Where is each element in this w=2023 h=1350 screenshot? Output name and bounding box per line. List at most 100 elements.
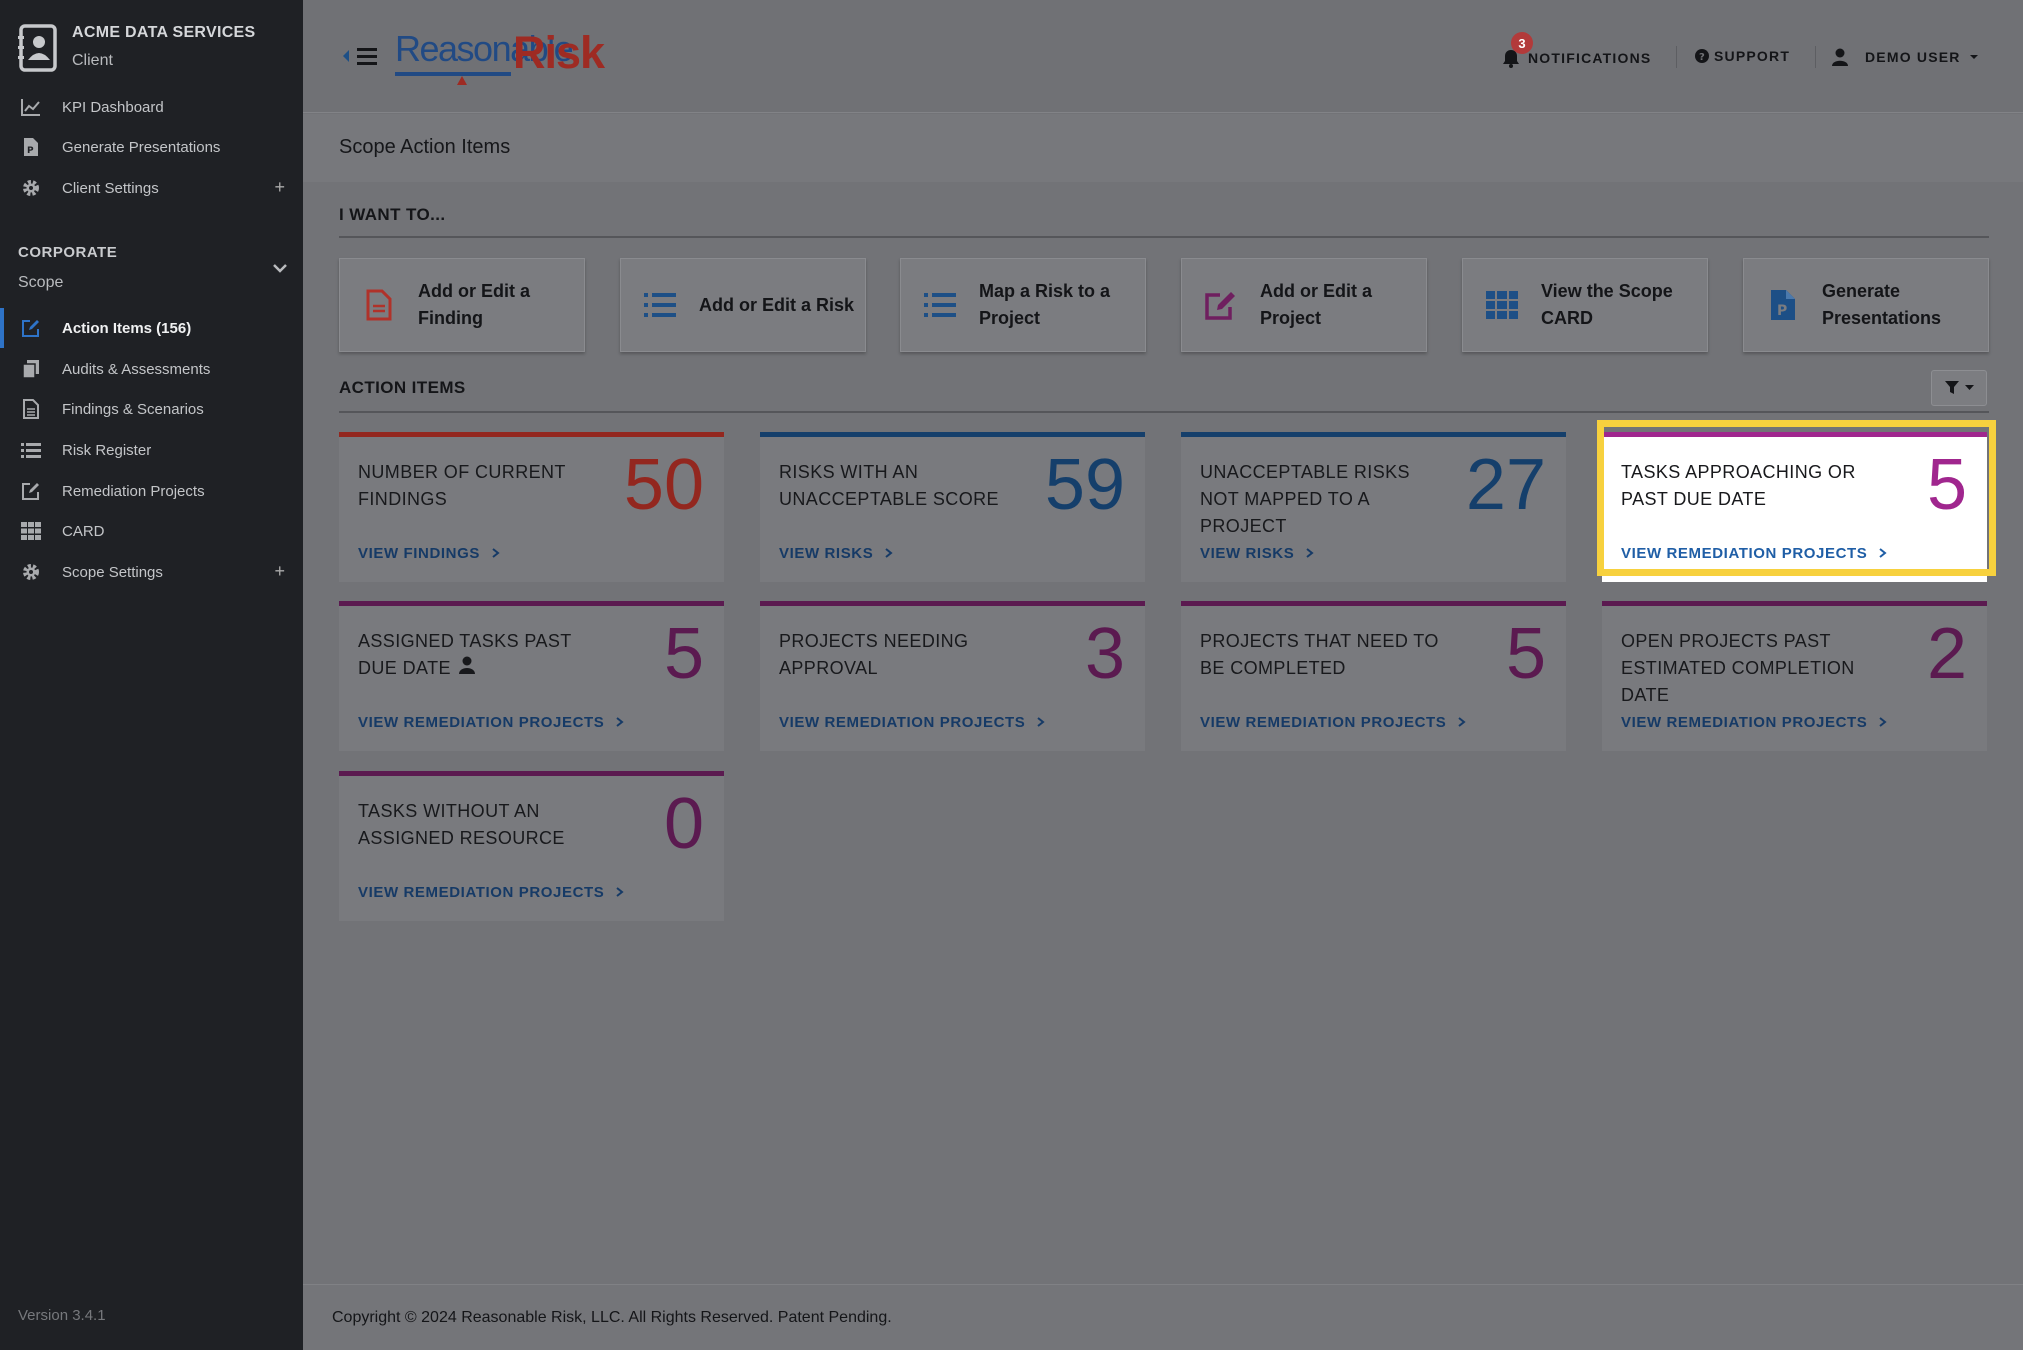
chevron-right-icon (1879, 717, 1888, 727)
support-button[interactable]: ? SUPPORT (1695, 48, 1790, 64)
action-card[interactable]: TASKS WITHOUT AN ASSIGNED RESOURCE 0 VIEW … (339, 771, 724, 921)
app-version: Version 3.4.1 (18, 1307, 106, 1324)
sidebar-item-generate-presentations[interactable]: P Generate Presentations (0, 127, 303, 167)
grid-icon (1485, 288, 1519, 322)
action-card-link[interactable]: VIEW REMEDIATION PROJECTS (1200, 714, 1467, 731)
user-menu-dropdown[interactable]: DEMO USER (1831, 48, 1979, 66)
map-risk-to-project-button[interactable]: Map a Risk to a Project (900, 258, 1146, 352)
edit-square-icon (1204, 288, 1238, 322)
action-card-link[interactable]: VIEW REMEDIATION PROJECTS (358, 884, 625, 901)
sidebar-item-risk-register[interactable]: Risk Register (0, 430, 303, 470)
action-card-count: 3 (1084, 614, 1125, 694)
action-card-label: RISKS WITH AN UNACCEPTABLE SCORE (779, 462, 999, 509)
generate-presentations-button[interactable]: P Generate Presentations (1743, 258, 1989, 352)
add-edit-project-button[interactable]: Add or Edit a Project (1181, 258, 1427, 352)
sidebar-item-audits[interactable]: Audits & Assessments (0, 349, 303, 389)
action-card-label: ASSIGNED TASKS PAST DUE DATE (358, 631, 572, 678)
action-card-count: 50 (623, 445, 704, 525)
action-card[interactable]: TASKS APPROACHING OR PAST DUE DATE 5 VIEW … (1602, 432, 1987, 582)
action-card[interactable]: OPEN PROJECTS PAST ESTIMATED COMPLETION … (1602, 601, 1987, 751)
action-card-count: 59 (1044, 445, 1125, 525)
chevron-right-icon (1037, 717, 1046, 727)
edit-square-icon (20, 317, 42, 339)
action-card-link[interactable]: VIEW REMEDIATION PROJECTS (358, 714, 625, 731)
scope-group-type: Scope (18, 274, 64, 291)
sidebar-item-client-settings[interactable]: Client Settings + (0, 168, 303, 208)
sidebar-item-scope-settings[interactable]: Scope Settings + (0, 552, 303, 592)
action-card-label: NUMBER OF CURRENT FINDINGS (358, 462, 566, 509)
chevron-right-icon (616, 887, 625, 897)
filter-dropdown-button[interactable] (1931, 370, 1987, 406)
action-card-count: 27 (1465, 445, 1546, 525)
footer: Copyright © 2024 Reasonable Risk, LLC. A… (303, 1284, 2023, 1350)
edit-square-icon (20, 480, 42, 502)
action-card[interactable]: UNACCEPTABLE RISKS NOT MAPPED TO A PROJE… (1181, 432, 1566, 582)
sidebar-item-card[interactable]: CARD (0, 511, 303, 551)
action-card-label: PROJECTS THAT NEED TO BE COMPLETED (1200, 631, 1439, 678)
action-items-heading: ACTION ITEMS (339, 378, 466, 397)
sidebar-item-remediation-projects[interactable]: Remediation Projects (0, 471, 303, 511)
action-card-count: 5 (1926, 445, 1967, 525)
grid-icon (20, 520, 42, 542)
action-card-label: PROJECTS NEEDING APPROVAL (779, 631, 969, 678)
sidebar-item-action-items[interactable]: Action Items (156) (0, 308, 303, 348)
chevron-right-icon (1458, 717, 1467, 727)
caret-down-icon (1964, 385, 1974, 390)
action-card[interactable]: ASSIGNED TASKS PAST DUE DATE 5 VIEW REMEDI… (339, 601, 724, 751)
i-want-to-heading: I WANT TO... (339, 205, 446, 224)
list-icon (20, 439, 42, 461)
action-card-label: UNACCEPTABLE RISKS NOT MAPPED TO A PROJE… (1200, 462, 1410, 536)
expand-plus-icon[interactable]: + (274, 561, 285, 582)
client-switcher[interactable]: ACME DATA SERVICES Client (18, 22, 298, 82)
reasonable-risk-logo[interactable]: Reasonable Risk (395, 28, 605, 85)
expand-plus-icon[interactable]: + (274, 177, 285, 198)
file-text-icon (362, 288, 396, 322)
action-card-label: OPEN PROJECTS PAST ESTIMATED COMPLETION … (1621, 631, 1855, 705)
sidebar-toggle-icon[interactable] (339, 44, 383, 68)
action-card-link[interactable]: VIEW RISKS (1200, 545, 1314, 562)
chevron-right-icon (1879, 548, 1888, 558)
action-card-link[interactable]: VIEW RISKS (779, 545, 893, 562)
caret-down-icon (1969, 55, 1978, 59)
filter-funnel-icon (1944, 381, 1959, 394)
page-title: Scope Action Items (339, 136, 511, 158)
action-card-count: 2 (1926, 614, 1967, 694)
action-card-count: 5 (663, 614, 704, 694)
action-card[interactable]: RISKS WITH AN UNACCEPTABLE SCORE 59 VIEW R… (760, 432, 1145, 582)
client-name: ACME DATA SERVICES (72, 24, 256, 41)
contact-book-icon (18, 24, 57, 72)
sidebar-item-findings[interactable]: Findings & Scenarios (0, 389, 303, 429)
action-card-link[interactable]: VIEW REMEDIATION PROJECTS (779, 714, 1046, 731)
question-circle-icon: ? (1695, 49, 1709, 63)
presentation-file-icon: P (1766, 288, 1800, 322)
action-card[interactable]: PROJECTS NEEDING APPROVAL 3 VIEW REMEDIATI… (760, 601, 1145, 751)
bell-icon (1503, 50, 1519, 68)
action-card[interactable]: NUMBER OF CURRENT FINDINGS 50 VIEW FINDING… (339, 432, 724, 582)
page-title-bar: Scope Action Items (303, 114, 2023, 182)
action-card-count: 0 (663, 784, 704, 864)
sidebar-item-kpi-dashboard[interactable]: KPI Dashboard (0, 87, 303, 127)
chart-line-icon (20, 96, 42, 118)
notifications-button[interactable]: NOTIFICATIONS (1502, 48, 1651, 68)
action-card[interactable]: PROJECTS THAT NEED TO BE COMPLETED 5 VIEW … (1181, 601, 1566, 751)
action-card-link[interactable]: VIEW REMEDIATION PROJECTS (1621, 714, 1888, 731)
action-card-link[interactable]: VIEW REMEDIATION PROJECTS (1621, 545, 1888, 562)
action-card-count: 5 (1505, 614, 1546, 694)
list-icon (643, 288, 677, 322)
add-edit-risk-button[interactable]: Add or Edit a Risk (620, 258, 866, 352)
client-type: Client (72, 52, 113, 69)
file-text-icon (20, 398, 42, 420)
svg-text:?: ? (1699, 52, 1706, 63)
action-card-label: TASKS APPROACHING OR PAST DUE DATE (1621, 462, 1856, 509)
copyright-text: Copyright © 2024 Reasonable Risk, LLC. A… (332, 1309, 892, 1326)
add-edit-finding-button[interactable]: Add or Edit a Finding (339, 258, 585, 352)
action-card-link[interactable]: VIEW FINDINGS (358, 545, 500, 562)
chevron-down-icon[interactable] (270, 258, 290, 278)
gear-icon (20, 177, 42, 199)
user-icon (1832, 48, 1848, 66)
chevron-right-icon (492, 548, 500, 558)
top-header: Reasonable Risk 3 NOTIFICATIONS ? SUPPOR… (303, 0, 2023, 113)
svg-text:P: P (27, 146, 34, 156)
presentation-file-icon: P (20, 136, 42, 158)
view-scope-card-button[interactable]: View the Scope CARD (1462, 258, 1708, 352)
